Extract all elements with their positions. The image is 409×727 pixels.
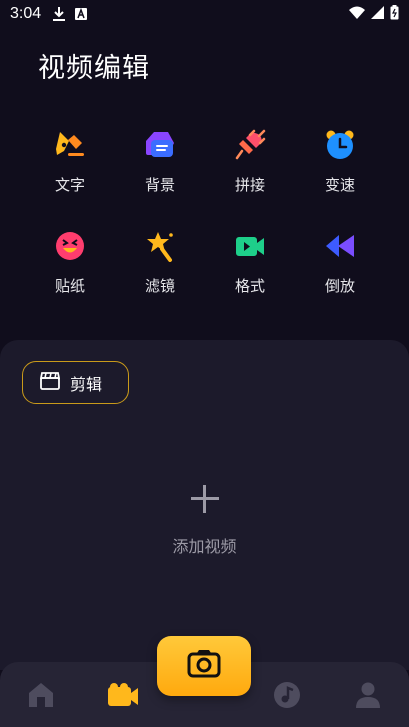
signal-icon	[371, 6, 384, 19]
plug-icon	[233, 128, 267, 162]
tool-label: 变速	[324, 176, 355, 194]
profile-icon[interactable]	[351, 678, 385, 712]
edit-panel: 剪辑 添加视频	[0, 340, 409, 670]
a-badge-icon	[75, 8, 88, 20]
home-icon[interactable]	[24, 678, 58, 712]
tool-reverse[interactable]: 倒放	[295, 229, 385, 296]
clapperboard-icon	[39, 371, 61, 394]
pen-nib-icon	[53, 128, 87, 162]
tool-label: 拼接	[234, 176, 265, 194]
add-video-button[interactable]: 添加视频	[0, 485, 409, 557]
magic-wand-star-icon	[143, 229, 177, 263]
video-icon[interactable]	[106, 678, 140, 712]
wifi-icon	[349, 6, 365, 19]
battery-icon	[390, 5, 399, 20]
tool-label: 文字	[54, 176, 85, 194]
smiley-sticker-icon	[53, 229, 87, 263]
plus-icon	[190, 485, 219, 513]
background-icon	[143, 128, 177, 162]
tool-text[interactable]: 文字	[25, 128, 115, 195]
tool-label: 背景	[144, 176, 175, 194]
tool-filter[interactable]: 滤镜	[115, 229, 205, 296]
add-video-label: 添加视频	[172, 537, 237, 556]
tool-label: 倒放	[324, 277, 355, 295]
status-bar: 3:04	[0, 0, 409, 28]
camera-button[interactable]	[157, 636, 251, 696]
tool-splice[interactable]: 拼接	[205, 128, 295, 195]
tool-format[interactable]: 格式	[205, 229, 295, 296]
tool-sticker[interactable]: 贴纸	[25, 229, 115, 296]
music-icon[interactable]	[270, 678, 304, 712]
video-camera-icon	[233, 229, 267, 263]
tool-background[interactable]: 背景	[115, 128, 205, 195]
camera-icon	[187, 650, 221, 682]
tool-label: 贴纸	[54, 277, 85, 295]
alarm-clock-icon	[323, 128, 357, 162]
clip-button[interactable]: 剪辑	[22, 361, 129, 404]
tool-label: 格式	[234, 277, 265, 295]
page-title: 视频编辑	[38, 53, 150, 84]
download-icon	[53, 7, 66, 21]
tools-grid: 文字 背景 拼接 变速 贴纸 滤镜 格式 倒放	[25, 128, 385, 296]
tool-speed[interactable]: 变速	[295, 128, 385, 195]
tool-label: 滤镜	[144, 277, 175, 295]
rewind-icon	[323, 229, 357, 263]
status-time: 3:04	[10, 5, 42, 22]
clip-label: 剪辑	[70, 374, 103, 394]
